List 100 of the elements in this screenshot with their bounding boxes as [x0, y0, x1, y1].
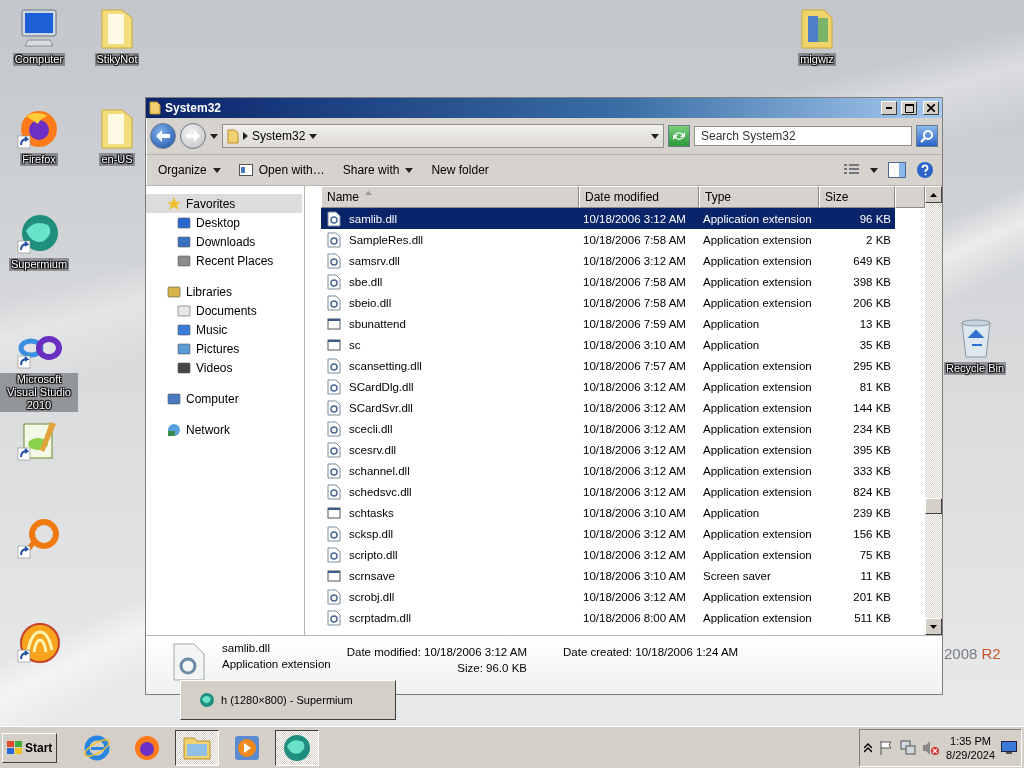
type-cell-text: Application — [702, 506, 761, 519]
nav-item[interactable]: Desktop — [146, 213, 302, 232]
nav-item[interactable]: Music — [146, 320, 302, 339]
thumbnail-popup[interactable]: h (1280×800) - Supermium — [180, 680, 396, 720]
file-row[interactable]: schtasks 10/18/2006 3:10 AM Application 239 KB — [321, 502, 895, 523]
refresh-button[interactable] — [668, 125, 690, 147]
nav-item[interactable]: Computer — [146, 389, 302, 408]
nav-item[interactable]: Favorites — [146, 194, 302, 213]
file-name: sbe.dll — [348, 275, 384, 288]
settings-file-icon — [172, 642, 206, 682]
flag-icon[interactable] — [878, 739, 895, 756]
nav-item[interactable]: Downloads — [146, 232, 302, 251]
settings-file-icon — [327, 420, 341, 437]
size-cell-text: 35 KB — [858, 338, 892, 351]
nav-item[interactable]: Recent Places — [146, 251, 302, 270]
settings-file-icon — [327, 252, 341, 269]
caret-icon — [212, 167, 221, 173]
date-cell-text: 10/18/2006 3:12 AM — [582, 443, 687, 456]
minimize-button[interactable] — [881, 101, 897, 115]
scroll-up-button[interactable] — [925, 186, 942, 203]
type-cell-text: Application extension — [702, 443, 813, 456]
address-dropdown-icon — [651, 133, 659, 139]
file-row[interactable]: samsrv.dll 10/18/2006 3:12 AM Application extension 649 KB — [321, 250, 895, 271]
nav-item[interactable]: Network — [146, 420, 302, 439]
toolbar-button[interactable]: Open with… — [230, 158, 333, 182]
file-name: scesrv.dll — [348, 443, 398, 456]
settings-file-icon — [327, 462, 341, 479]
file-name: scrobj.dll — [348, 590, 396, 603]
search-button[interactable] — [916, 125, 938, 147]
taskbar-app-button[interactable] — [275, 729, 320, 766]
search-field[interactable]: Search System32 — [694, 126, 912, 146]
file-row[interactable]: scripto.dll 10/18/2006 3:12 AM Application extension 75 KB — [321, 544, 895, 565]
show-desktop-icon[interactable] — [1001, 740, 1017, 755]
type-cell-text: Application extension — [702, 590, 813, 603]
size-cell-text: 239 KB — [852, 506, 892, 519]
toolbar-button[interactable]: Organize — [150, 158, 229, 182]
clock[interactable]: 1:35 PM 8/29/2024 — [946, 733, 995, 762]
column-header[interactable]: Date modified — [579, 186, 699, 208]
down-arrow-icon — [930, 624, 937, 629]
file-row[interactable]: scecli.dll 10/18/2006 3:12 AM Application extension 234 KB — [321, 418, 895, 439]
back-arrow-icon — [156, 130, 170, 142]
file-row[interactable]: sbe.dll 10/18/2006 7:58 AM Application extension 398 KB — [321, 271, 895, 292]
type-cell-text: Application extension — [702, 422, 813, 435]
size-cell-text: 201 KB — [852, 590, 892, 603]
file-row[interactable]: scksp.dll 10/18/2006 3:12 AM Application extension 156 KB — [321, 523, 895, 544]
file-row[interactable]: schannel.dll 10/18/2006 3:12 AM Application extension 333 KB — [321, 460, 895, 481]
column-header[interactable]: Name — [321, 186, 579, 208]
close-button[interactable] — [923, 101, 939, 115]
taskbar-app-button[interactable] — [175, 729, 220, 766]
address-text[interactable]: System32 — [252, 129, 306, 143]
file-row[interactable]: scesrv.dll 10/18/2006 3:12 AM Application extension 395 KB — [321, 439, 895, 460]
file-row[interactable]: sc 10/18/2006 3:10 AM Application 35 KB — [321, 334, 895, 355]
file-row[interactable]: sbunattend 10/18/2006 7:59 AM Application 13 KB — [321, 313, 895, 334]
back-button[interactable] — [150, 123, 176, 149]
size-cell-text: 398 KB — [852, 275, 892, 288]
detail-field: Date created: 10/18/2006 1:24 AM — [563, 646, 739, 658]
file-row[interactable]: SampleRes.dll 10/18/2006 7:58 AM Application extension 2 KB — [321, 229, 895, 250]
scroll-thumb[interactable] — [925, 498, 942, 514]
start-button[interactable]: Start — [2, 732, 58, 763]
file-row[interactable]: SCardDlg.dll 10/18/2006 3:12 AM Application extension 81 KB — [321, 376, 895, 397]
nav-item[interactable]: Pictures — [146, 339, 302, 358]
settings-file-icon — [327, 273, 341, 290]
file-row[interactable]: scrnsave 10/18/2006 3:10 AM Screen saver 11 KB — [321, 565, 895, 586]
address-field[interactable]: System32 — [222, 124, 664, 148]
scrollbar[interactable] — [925, 186, 942, 635]
column-header[interactable]: Size — [819, 186, 895, 208]
type-cell-text: Application extension — [702, 233, 813, 246]
file-row[interactable]: scrptadm.dll 10/18/2006 8:00 AM Application extension 511 KB — [321, 607, 895, 628]
forward-button[interactable] — [180, 123, 206, 149]
type-cell-text: Application extension — [702, 464, 813, 477]
muted-speaker-icon[interactable] — [922, 739, 941, 756]
toolbar-button[interactable]: New folder — [423, 158, 497, 182]
file-row[interactable]: samlib.dll 10/18/2006 3:12 AM Application extension 96 KB — [321, 208, 895, 229]
file-row[interactable]: schedsvc.dll 10/18/2006 3:12 AM Application extension 824 KB — [321, 481, 895, 502]
popup-title: h (1280×800) - Supermium — [221, 694, 353, 706]
videos-icon — [176, 359, 192, 376]
windows-logo-icon — [7, 740, 23, 755]
date-cell-text: 10/18/2006 7:58 AM — [582, 296, 687, 309]
nav-item[interactable]: Libraries — [146, 282, 302, 301]
toolbar-button[interactable]: Share with — [334, 158, 422, 182]
date-cell-text: 10/18/2006 3:12 AM — [582, 422, 687, 435]
ring-icon[interactable] — [16, 516, 62, 560]
file-row[interactable]: SCardSvr.dll 10/18/2006 3:12 AM Application extension 144 KB — [321, 397, 895, 418]
detail-field: Date modified: 10/18/2006 3:12 AM — [346, 646, 527, 658]
maximize-button[interactable] — [901, 101, 917, 115]
file-row[interactable]: scansetting.dll 10/18/2006 7:57 AM Application extension 295 KB — [321, 355, 895, 376]
file-row[interactable]: scrobj.dll 10/18/2006 3:12 AM Application extension 201 KB — [321, 586, 895, 607]
chevron-up-icon[interactable] — [864, 742, 873, 753]
preview-pane-icon — [888, 162, 906, 178]
computer-icon — [166, 390, 182, 407]
type-cell-text: Application extension — [702, 548, 813, 561]
column-header[interactable]: Type — [699, 186, 819, 208]
network-icon[interactable] — [900, 739, 917, 756]
archiver-icon[interactable] — [16, 620, 62, 664]
music-icon — [176, 321, 192, 338]
scroll-down-button[interactable] — [925, 618, 942, 635]
file-row[interactable]: sbeio.dll 10/18/2006 7:58 AM Application extension 206 KB — [321, 292, 895, 313]
date-cell-text: 10/18/2006 8:00 AM — [582, 611, 687, 624]
nav-item[interactable]: Documents — [146, 301, 302, 320]
nav-item[interactable]: Videos — [146, 358, 302, 377]
